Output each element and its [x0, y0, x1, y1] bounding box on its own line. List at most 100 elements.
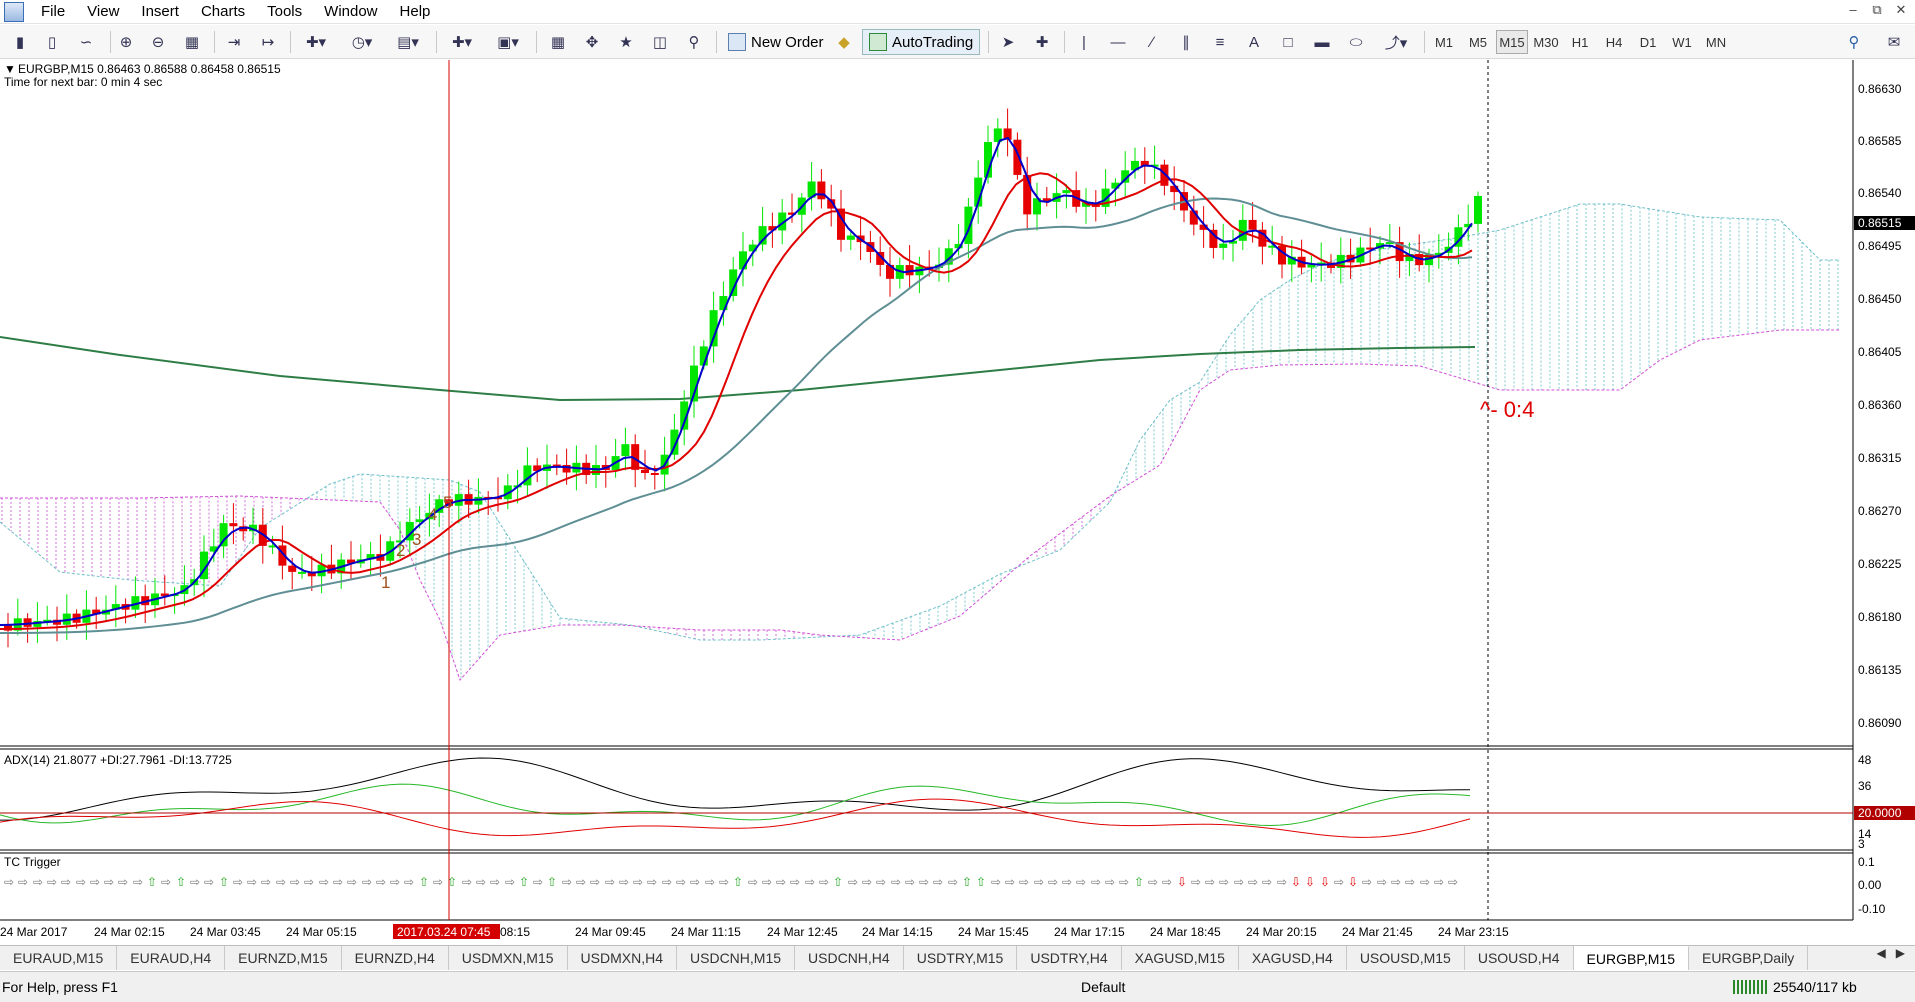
crosshair-time: 2017.03.24 07:45 [397, 925, 491, 939]
price-label: 0.86315 [1858, 451, 1902, 465]
tc-arrow: ⇨ [304, 875, 314, 889]
tc-arrow: ⇧ [147, 875, 157, 889]
tab-usdtry-h4[interactable]: USDTRY,H4 [1017, 946, 1122, 970]
periods-icon[interactable]: ◷▾ [344, 30, 380, 54]
market-watch-icon[interactable]: ▦ [546, 30, 570, 54]
line-chart-icon[interactable]: ∽ [74, 30, 98, 54]
timeframe-d1[interactable]: D1 [1632, 30, 1664, 54]
meta-editor-icon[interactable]: ◆ [832, 30, 856, 54]
tab-euraud-h4[interactable]: EURAUD,H4 [117, 946, 226, 970]
text-icon[interactable]: A [1242, 30, 1266, 54]
tab-usdcnh-m15[interactable]: USDCNH,M15 [677, 946, 796, 970]
tab-eurnzd-m15[interactable]: EURNZD,M15 [225, 946, 342, 970]
menu-insert[interactable]: Insert [130, 0, 190, 24]
timeframe-h4[interactable]: H4 [1598, 30, 1630, 54]
vertical-line-icon[interactable]: | [1072, 30, 1096, 54]
timeframe-m30[interactable]: M30 [1530, 30, 1562, 54]
time-label: 24 Mar 11:15 [671, 925, 741, 939]
tab-eurgbp-daily[interactable]: EURGBP,Daily [1689, 946, 1809, 970]
menu-file[interactable]: File [30, 0, 76, 24]
tab-euraud-m15[interactable]: EURAUD,M15 [0, 946, 118, 970]
adx-scale: 36 [1858, 779, 1872, 793]
ellipse-icon[interactable]: ⬭ [1344, 30, 1368, 54]
profiles-icon[interactable]: ▣▾ [490, 30, 526, 54]
tab-eurnzd-h4[interactable]: EURNZD,H4 [342, 946, 449, 970]
tab-usousd-h4[interactable]: USOUSD,H4 [1465, 946, 1574, 970]
time-label: 24 Mar 2017 [0, 925, 68, 939]
tc-arrow: ⇨ [776, 875, 786, 889]
restore-icon[interactable]: ⧉ [1866, 2, 1888, 18]
chart-window[interactable]: ⇨ ⇨ ⇨ ⇨ ⇨ ⇨ ⇨ ⇨ ⇨ ⇨ ⇧ ⇨ ⇧ ⇨ ⇨ ⇧ ⇨ ⇨ ⇨ ⇨ ⇨ ⇨ ⇨ ⇨ ⇨ ⇨ ⇨ ⇨ ⇨ ⇧ ⇨ ⇧ ⇨ ⇨ ⇨ ⇨ ⇧ ⇨ ⇧ ⇨… [0, 60, 1915, 940]
fibonacci-icon[interactable]: ≡ [1208, 30, 1232, 54]
templates-icon[interactable]: ▤▾ [390, 30, 426, 54]
tc-arrow: ⇨ [933, 875, 943, 889]
horizontal-line-icon[interactable]: — [1106, 30, 1130, 54]
timeframe-h1[interactable]: H1 [1564, 30, 1596, 54]
tc-arrow: ⇨ [762, 875, 772, 889]
tc-arrow: ⇨ [261, 875, 271, 889]
candlestick-chart-icon[interactable]: ▯ [40, 30, 64, 54]
bar-chart-icon[interactable]: ▮ [8, 30, 32, 54]
navigator-icon[interactable]: ★ [614, 30, 638, 54]
tab-usousd-m15[interactable]: USOUSD,M15 [1347, 946, 1465, 970]
tab-scroll-arrows[interactable]: ◀ ▶ [1877, 946, 1905, 960]
chat-icon[interactable]: ✉ [1880, 30, 1908, 54]
tab-usdmxn-h4[interactable]: USDMXN,H4 [568, 946, 678, 970]
tc-arrow: ⇨ [333, 875, 343, 889]
tc-arrow: ⇨ [790, 875, 800, 889]
candle-body [964, 206, 973, 244]
price-label: 0.86405 [1858, 345, 1902, 359]
menu-tools[interactable]: Tools [256, 0, 313, 24]
tile-windows-icon[interactable]: ▦ [180, 30, 204, 54]
tc-arrow: ⇨ [1434, 875, 1444, 889]
timeframe-mn[interactable]: MN [1700, 30, 1732, 54]
tc-arrow: ⇧ [976, 875, 986, 889]
tc-arrow: ⇨ [991, 875, 1001, 889]
chart-canvas[interactable]: ⇨ ⇨ ⇨ ⇨ ⇨ ⇨ ⇨ ⇨ ⇨ ⇨ ⇧ ⇨ ⇧ ⇨ ⇨ ⇧ ⇨ ⇨ ⇨ ⇨ ⇨ ⇨ ⇨ ⇨ ⇨ ⇨ ⇨ ⇨ ⇨ ⇧ ⇨ ⇧ ⇨ ⇨ ⇨ ⇨ ⇧ ⇨ ⇧ ⇨… [0, 60, 1915, 940]
tester-icon[interactable]: ⚲ [682, 30, 706, 54]
tc-arrow: ⇨ [390, 875, 400, 889]
chart-tabs: EURAUD,M15 EURAUD,H4 EURNZD,M15 EURNZD,H… [0, 945, 1915, 970]
tab-eurgbp-m15[interactable]: EURGBP,M15 [1573, 946, 1689, 970]
text-label-icon[interactable]: □ [1276, 30, 1300, 54]
tab-usdcnh-h4[interactable]: USDCNH,H4 [795, 946, 904, 970]
auto-scroll-icon[interactable]: ⇥ [222, 30, 246, 54]
tab-xagusd-h4[interactable]: XAGUSD,H4 [1239, 946, 1347, 970]
close-icon[interactable]: ✕ [1890, 2, 1912, 18]
terminal-icon[interactable]: ◫ [648, 30, 672, 54]
new-chart-icon[interactable]: ✚▾ [444, 30, 480, 54]
menu-view[interactable]: View [76, 0, 130, 24]
tc-arrow: ⇨ [1162, 875, 1172, 889]
zoom-out-icon[interactable]: ⊖ [146, 30, 170, 54]
menu-charts[interactable]: Charts [190, 0, 256, 24]
tab-usdmxn-m15[interactable]: USDMXN,M15 [449, 946, 568, 970]
rectangle-icon[interactable]: ▬ [1310, 30, 1334, 54]
tc-arrow: ⇨ [1391, 875, 1401, 889]
chart-shift-icon[interactable]: ↦ [256, 30, 280, 54]
tc-arrow: ⇧ [833, 875, 843, 889]
menu-window[interactable]: Window [313, 0, 388, 24]
trendline-icon[interactable]: ∕ [1140, 30, 1164, 54]
new-order-button[interactable]: New Order [722, 29, 830, 55]
autotrading-button[interactable]: AutoTrading [862, 29, 981, 55]
data-window-icon[interactable]: ✥ [580, 30, 604, 54]
cursor-icon[interactable]: ➤ [996, 30, 1020, 54]
arrows-icon[interactable]: ⤴▾ [1378, 30, 1414, 54]
adx-level: 20.0000 [1858, 806, 1902, 820]
timeframe-m15[interactable]: M15 [1496, 30, 1528, 54]
tab-xagusd-m15[interactable]: XAGUSD,M15 [1122, 946, 1239, 970]
tab-usdtry-m15[interactable]: USDTRY,M15 [904, 946, 1018, 970]
crosshair-icon[interactable]: ✚ [1030, 30, 1054, 54]
time-label: 24 Mar 09:45 [575, 925, 646, 939]
minimize-icon[interactable]: – [1842, 2, 1864, 17]
timeframe-m5[interactable]: M5 [1462, 30, 1494, 54]
search-icon[interactable]: ⚲ [1842, 30, 1866, 54]
tc-arrow: ⇨ [290, 875, 300, 889]
indicators-icon[interactable]: ✚▾ [298, 30, 334, 54]
menu-help[interactable]: Help [389, 0, 442, 24]
timeframe-w1[interactable]: W1 [1666, 30, 1698, 54]
timeframe-m1[interactable]: M1 [1428, 30, 1460, 54]
channel-icon[interactable]: ∥ [1174, 30, 1198, 54]
zoom-in-icon[interactable]: ⊕ [114, 30, 138, 54]
new-order-label: New Order [751, 33, 824, 51]
